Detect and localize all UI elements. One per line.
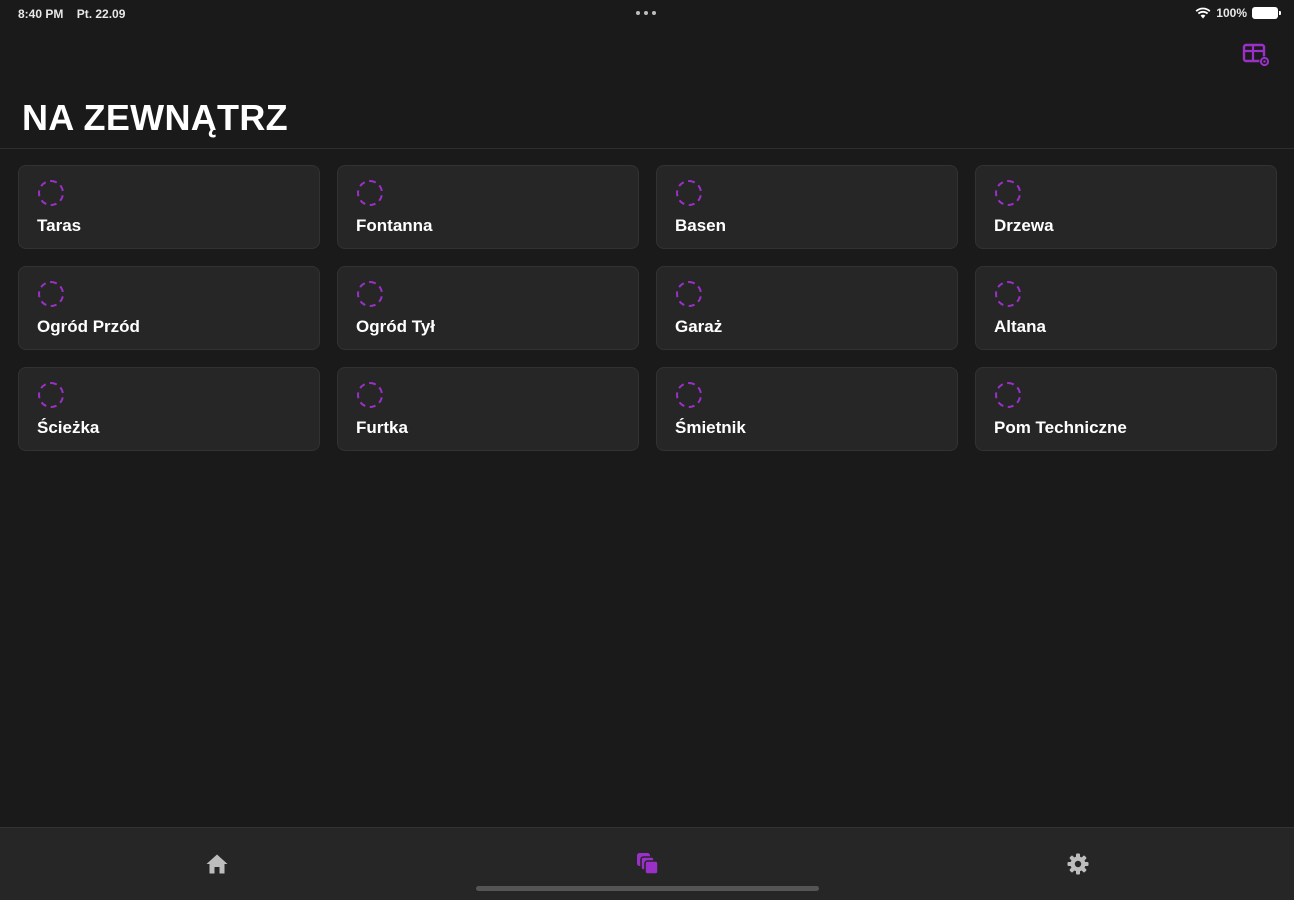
room-loading-icon [38, 180, 64, 206]
room-label: Ogród Przód [37, 317, 140, 336]
tab-home[interactable] [157, 828, 277, 900]
room-loading-icon [357, 180, 383, 206]
room-loading-icon [995, 382, 1021, 408]
room-card-taras[interactable]: Taras [18, 165, 320, 249]
room-card-furtka[interactable]: Furtka [337, 367, 639, 451]
status-time: 8:40 PM [18, 7, 64, 21]
room-card-sciezka[interactable]: Ścieżka [18, 367, 320, 451]
rooms-icon [637, 853, 659, 875]
status-date: Pt. 22.09 [76, 7, 126, 21]
tab-settings[interactable] [1018, 828, 1138, 900]
room-card-smietnik[interactable]: Śmietnik [656, 367, 958, 451]
gear-icon [1067, 853, 1089, 875]
room-label: Ogród Tył [356, 317, 436, 336]
room-loading-icon [676, 281, 702, 307]
room-label: Fontanna [356, 216, 433, 235]
room-label: Taras [37, 216, 82, 235]
room-card-fontanna[interactable]: Fontanna [337, 165, 639, 249]
room-card-basen[interactable]: Basen [656, 165, 958, 249]
room-label: Pom Techniczne [994, 418, 1127, 437]
home-indicator[interactable] [476, 886, 819, 891]
room-card-drzewa[interactable]: Drzewa [975, 165, 1277, 249]
wifi-icon [1195, 7, 1211, 19]
room-loading-icon [38, 281, 64, 307]
room-card-altana[interactable]: Altana [975, 266, 1277, 350]
grid-settings-icon[interactable] [1242, 42, 1272, 70]
room-card-ogrod-przod[interactable]: Ogród Przód [18, 266, 320, 350]
room-label: Śmietnik [675, 418, 746, 437]
room-loading-icon [995, 180, 1021, 206]
room-loading-icon [995, 281, 1021, 307]
page-title: NA ZEWNĄTRZ [22, 97, 288, 138]
room-card-pom-techniczne[interactable]: Pom Techniczne [975, 367, 1277, 451]
home-icon [206, 854, 228, 874]
room-label: Ścieżka [37, 418, 100, 437]
status-bar: 8:40 PM Pt. 22.09 100% [0, 0, 1294, 28]
room-label: Drzewa [994, 216, 1054, 235]
battery-percentage: 100% [1216, 6, 1247, 20]
room-loading-icon [38, 382, 64, 408]
room-card-ogrod-tyl[interactable]: Ogród Tył [337, 266, 639, 350]
room-label: Basen [675, 216, 727, 235]
room-loading-icon [357, 382, 383, 408]
room-loading-icon [676, 382, 702, 408]
room-label: Furtka [356, 418, 408, 437]
room-grid: Taras Fontanna Basen Drzewa Ogród Przód … [18, 165, 1278, 451]
multitasking-dots-icon[interactable] [636, 11, 656, 15]
room-card-garaz[interactable]: Garaż [656, 266, 958, 350]
title-divider [0, 148, 1294, 149]
battery-icon [1252, 7, 1281, 19]
room-loading-icon [357, 281, 383, 307]
room-loading-icon [676, 180, 702, 206]
room-label: Garaż [675, 317, 723, 336]
room-label: Altana [994, 317, 1046, 336]
status-time-date: 8:40 PM Pt. 22.09 [18, 7, 125, 21]
status-indicators: 100% [1195, 6, 1281, 20]
